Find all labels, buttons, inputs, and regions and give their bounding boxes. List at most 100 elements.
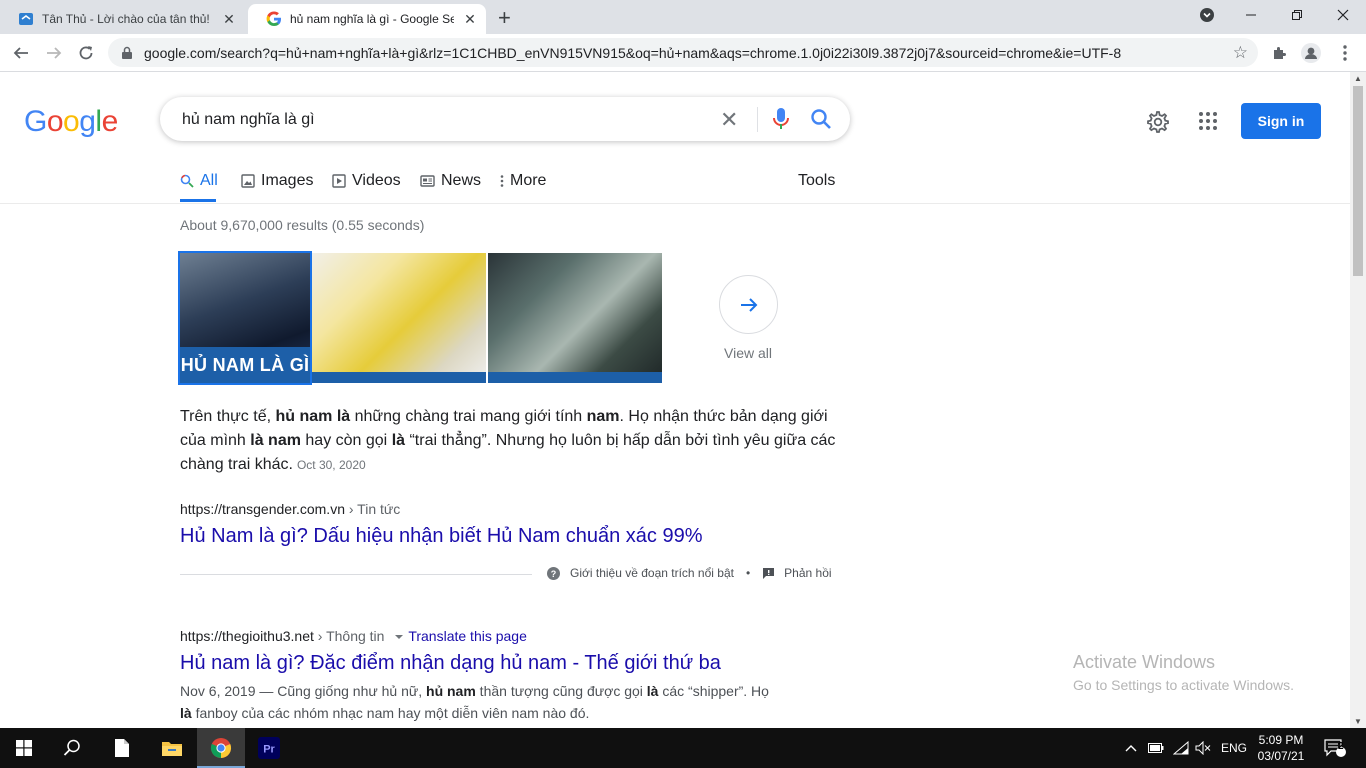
video-play-icon — [332, 174, 346, 188]
site-favicon-icon — [19, 13, 33, 25]
file-explorer-icon[interactable] — [148, 728, 196, 768]
clock-time: 5:09 PM — [1258, 733, 1304, 747]
separator-dot: • — [745, 566, 751, 580]
new-tab-button[interactable]: + — [498, 5, 511, 31]
file-document-icon[interactable] — [98, 728, 146, 768]
result-title-link[interactable]: Hủ nam là gì? Đặc điểm nhận dạng hủ nam … — [180, 652, 721, 675]
tab-images[interactable]: Images — [241, 172, 313, 190]
address-bar[interactable]: google.com/search?q=hủ+nam+nghĩa+là+gì&r… — [108, 38, 1258, 67]
google-logo[interactable]: Google — [24, 105, 118, 139]
tab-news[interactable]: News — [420, 172, 481, 190]
snippet-bold: là nam — [250, 432, 301, 449]
watermark-subtitle: Go to Settings to activate Windows. — [1073, 677, 1294, 693]
microphone-icon[interactable] — [772, 107, 790, 131]
featured-snippet-text: Trên thực tế, hủ nam là những chàng trai… — [180, 405, 840, 477]
snippet-text: fanboy của các nhóm nhạc nam hay một diễ… — [191, 705, 590, 721]
about-snippet-link[interactable]: Giới thiệu về đoạn trích nổi bật — [570, 566, 734, 580]
search-icon[interactable] — [810, 108, 832, 130]
header-divider — [0, 203, 1350, 204]
image-result[interactable] — [312, 253, 486, 383]
result-breadcrumb: › Tin tức — [344, 501, 401, 517]
snippet-feedback-row: ? Giới thiệu về đoạn trích nổi bật • Phả… — [547, 566, 832, 580]
image-result[interactable]: HỦ NAM LÀ GÌ — [178, 251, 312, 385]
page-scrollbar[interactable]: ▲ ▼ — [1350, 72, 1366, 728]
snippet-text: thần tượng cũng được gọi — [475, 683, 647, 699]
logo-letter: o — [63, 105, 80, 138]
windows-taskbar: Pr ENG 5:09 PM 03/07/21 2 — [0, 728, 1366, 768]
tab-label: All — [200, 172, 218, 189]
browser-tab-tanthu[interactable]: Tân Thủ - Lời chào của tân thủ! | Ho ✕ — [0, 4, 245, 34]
result-citation[interactable]: https://thegioithu3.net › Thông tin Tran… — [180, 628, 527, 644]
translate-link[interactable]: Translate this page — [408, 628, 527, 644]
browser-toolbar: google.com/search?q=hủ+nam+nghĩa+là+gì&r… — [0, 34, 1366, 72]
lock-icon[interactable] — [120, 46, 134, 60]
tab-videos[interactable]: Videos — [332, 172, 401, 190]
snippet-date: Oct 30, 2020 — [296, 458, 366, 472]
tab-title: hủ nam nghĩa là gì - Google Search — [290, 12, 454, 26]
scrollbar-thumb[interactable] — [1353, 86, 1363, 276]
result-citation[interactable]: https://transgender.com.vn › Tin tức — [180, 501, 400, 517]
battery-icon[interactable] — [1148, 728, 1164, 768]
view-all-button[interactable] — [719, 275, 778, 334]
snippet-text: Trên thực tế, — [180, 408, 276, 425]
view-all-label[interactable]: View all — [724, 345, 772, 361]
url-text[interactable]: google.com/search?q=hủ+nam+nghĩa+là+gì&r… — [144, 45, 1224, 61]
snippet-text: hay còn gọi — [300, 432, 392, 449]
logo-letter: o — [46, 105, 64, 138]
dropdown-triangle-icon[interactable] — [394, 633, 404, 641]
tab-more[interactable]: More — [500, 172, 546, 190]
volume-muted-icon[interactable] — [1195, 728, 1211, 768]
scroll-up-arrow-icon[interactable]: ▲ — [1350, 74, 1366, 83]
tab-all[interactable]: All — [180, 172, 218, 190]
google-apps-grid-icon[interactable] — [1198, 111, 1218, 131]
extensions-puzzle-icon[interactable] — [1268, 42, 1290, 64]
notification-count: 2 — [1338, 741, 1344, 752]
bookmark-star-icon[interactable]: ☆ — [1233, 43, 1248, 63]
snippet-text: những chàng trai mang giới tính — [350, 408, 587, 425]
snippet-bold: hủ nam — [426, 683, 476, 699]
taskbar-search-icon[interactable] — [48, 728, 96, 768]
tools-button[interactable]: Tools — [798, 172, 835, 190]
tab-search-icon[interactable] — [1184, 0, 1230, 30]
image-footer-strip — [488, 372, 662, 383]
image-icon — [241, 174, 255, 188]
browser-tab-bar: Tân Thủ - Lời chào của tân thủ! | Ho ✕ h… — [0, 0, 1366, 34]
clear-search-icon[interactable]: ✕ — [720, 107, 738, 133]
result-site: https://transgender.com.vn — [180, 501, 345, 517]
premiere-pro-icon[interactable]: Pr — [245, 728, 293, 768]
scroll-down-arrow-icon[interactable]: ▼ — [1350, 717, 1366, 726]
snippet-bold: hủ nam là — [275, 408, 351, 425]
search-box[interactable]: ✕ — [160, 97, 850, 141]
action-center-icon[interactable]: 2 — [1324, 728, 1346, 768]
restore-window-icon[interactable] — [1274, 0, 1320, 30]
wifi-icon[interactable] — [1173, 728, 1189, 768]
result-site: https://thegioithu3.net — [180, 628, 314, 644]
feedback-link[interactable]: Phản hồi — [784, 566, 831, 580]
input-language[interactable]: ENG — [1221, 728, 1247, 768]
forward-arrow-icon[interactable] — [41, 40, 67, 66]
show-hidden-icons-chevron-icon[interactable] — [1124, 728, 1138, 768]
result-title-link[interactable]: Hủ Nam là gì? Dấu hiệu nhận biết Hủ Nam … — [180, 525, 703, 548]
back-arrow-icon[interactable] — [8, 40, 34, 66]
close-window-icon[interactable] — [1320, 0, 1366, 30]
reload-icon[interactable] — [73, 40, 99, 66]
sign-in-button[interactable]: Sign in — [1241, 103, 1321, 139]
profile-avatar-icon[interactable] — [1300, 42, 1322, 64]
search-divider — [757, 107, 758, 132]
tab-close-icon[interactable]: ✕ — [462, 11, 478, 28]
windows-start-icon[interactable] — [0, 728, 48, 768]
snippet-bold: là — [646, 683, 659, 699]
logo-letter: g — [79, 105, 96, 138]
system-clock[interactable]: 5:09 PM 03/07/21 — [1256, 732, 1306, 764]
chrome-menu-icon[interactable] — [1334, 42, 1356, 64]
browser-tab-google-search[interactable]: hủ nam nghĩa là gì - Google Search ✕ — [248, 4, 486, 34]
search-input[interactable] — [180, 110, 704, 130]
settings-gear-icon[interactable] — [1146, 110, 1170, 134]
chrome-taskbar-icon[interactable] — [197, 728, 245, 768]
minimize-window-icon[interactable] — [1228, 0, 1274, 30]
tab-close-icon[interactable]: ✕ — [221, 11, 237, 28]
logo-letter: e — [101, 105, 119, 138]
image-result[interactable] — [488, 253, 662, 383]
tab-label: Images — [261, 172, 314, 189]
logo-letter: G — [24, 105, 47, 138]
